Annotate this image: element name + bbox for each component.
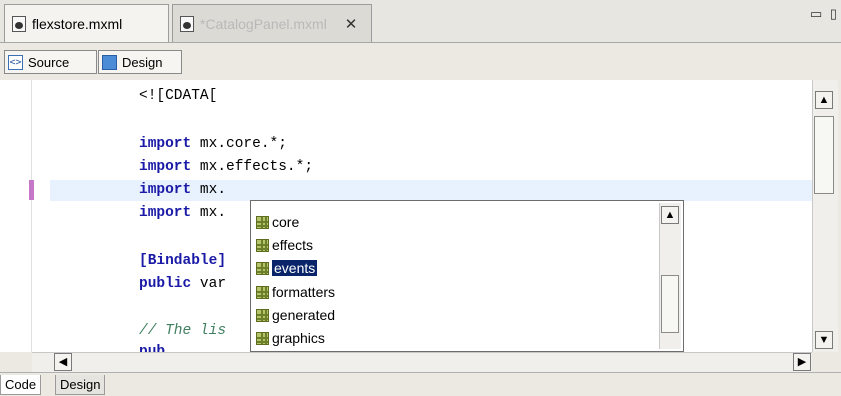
- autocomplete-item-selected[interactable]: events: [256, 257, 318, 279]
- close-icon[interactable]: ✕: [343, 15, 359, 33]
- scroll-left-icon[interactable]: ◀: [54, 353, 72, 371]
- code-line: // The lis: [139, 323, 227, 339]
- source-label: Source: [28, 54, 70, 70]
- editor-horizontal-scrollbar[interactable]: [32, 352, 812, 372]
- design-mode-button[interactable]: Design: [98, 50, 182, 74]
- bottom-tab-bar: [0, 372, 841, 396]
- autocomplete-item[interactable]: graphics: [256, 327, 325, 349]
- change-marker: [29, 180, 34, 200]
- package-icon: [256, 308, 269, 322]
- popup-scroll-thumb[interactable]: [661, 275, 679, 333]
- minimize-maximize-icon[interactable]: ▭ ▯: [810, 6, 839, 22]
- tab-label: *CatalogPanel.mxml: [200, 15, 327, 32]
- package-icon: [256, 261, 269, 275]
- tab-label: flexstore.mxml: [32, 15, 123, 32]
- autocomplete-item[interactable]: formatters: [256, 281, 335, 303]
- source-mode-button[interactable]: <> Source: [4, 50, 97, 74]
- code-line: public var: [139, 276, 227, 292]
- tab-code[interactable]: Code: [0, 375, 42, 395]
- package-icon: [256, 238, 269, 252]
- autocomplete-item[interactable]: effects: [256, 234, 313, 256]
- code-line: [Bindable]: [139, 253, 227, 269]
- package-icon: [256, 215, 269, 229]
- autocomplete-item[interactable]: generated: [256, 304, 335, 326]
- scroll-thumb[interactable]: [814, 116, 834, 194]
- design-icon: [102, 54, 117, 70]
- design-label: Design: [122, 54, 163, 70]
- code-line: import mx.core.*;: [139, 136, 287, 152]
- scroll-down-icon[interactable]: ▼: [815, 331, 833, 349]
- tab-catalogpanel[interactable]: *CatalogPanel.mxml ✕: [172, 4, 372, 42]
- mxml-file-icon: [180, 15, 194, 32]
- code-line: import mx.: [139, 182, 227, 198]
- scroll-up-icon[interactable]: ▲: [815, 91, 833, 109]
- package-icon: [256, 331, 269, 345]
- code-line: import mx.: [139, 205, 227, 221]
- code-line: pub: [139, 344, 166, 352]
- source-icon: <>: [8, 54, 23, 70]
- editor-gutter: [0, 80, 32, 352]
- code-line: import mx.effects.*;: [139, 159, 314, 175]
- code-line: <![CDATA[: [139, 88, 218, 104]
- tab-design[interactable]: Design: [55, 375, 106, 395]
- scroll-up-icon[interactable]: ▲: [661, 206, 679, 224]
- package-icon: [256, 285, 269, 299]
- tab-flexstore[interactable]: flexstore.mxml: [4, 4, 169, 42]
- autocomplete-item[interactable]: core: [256, 211, 299, 233]
- scroll-right-icon[interactable]: ▶: [793, 353, 811, 371]
- mxml-file-icon: [12, 15, 26, 32]
